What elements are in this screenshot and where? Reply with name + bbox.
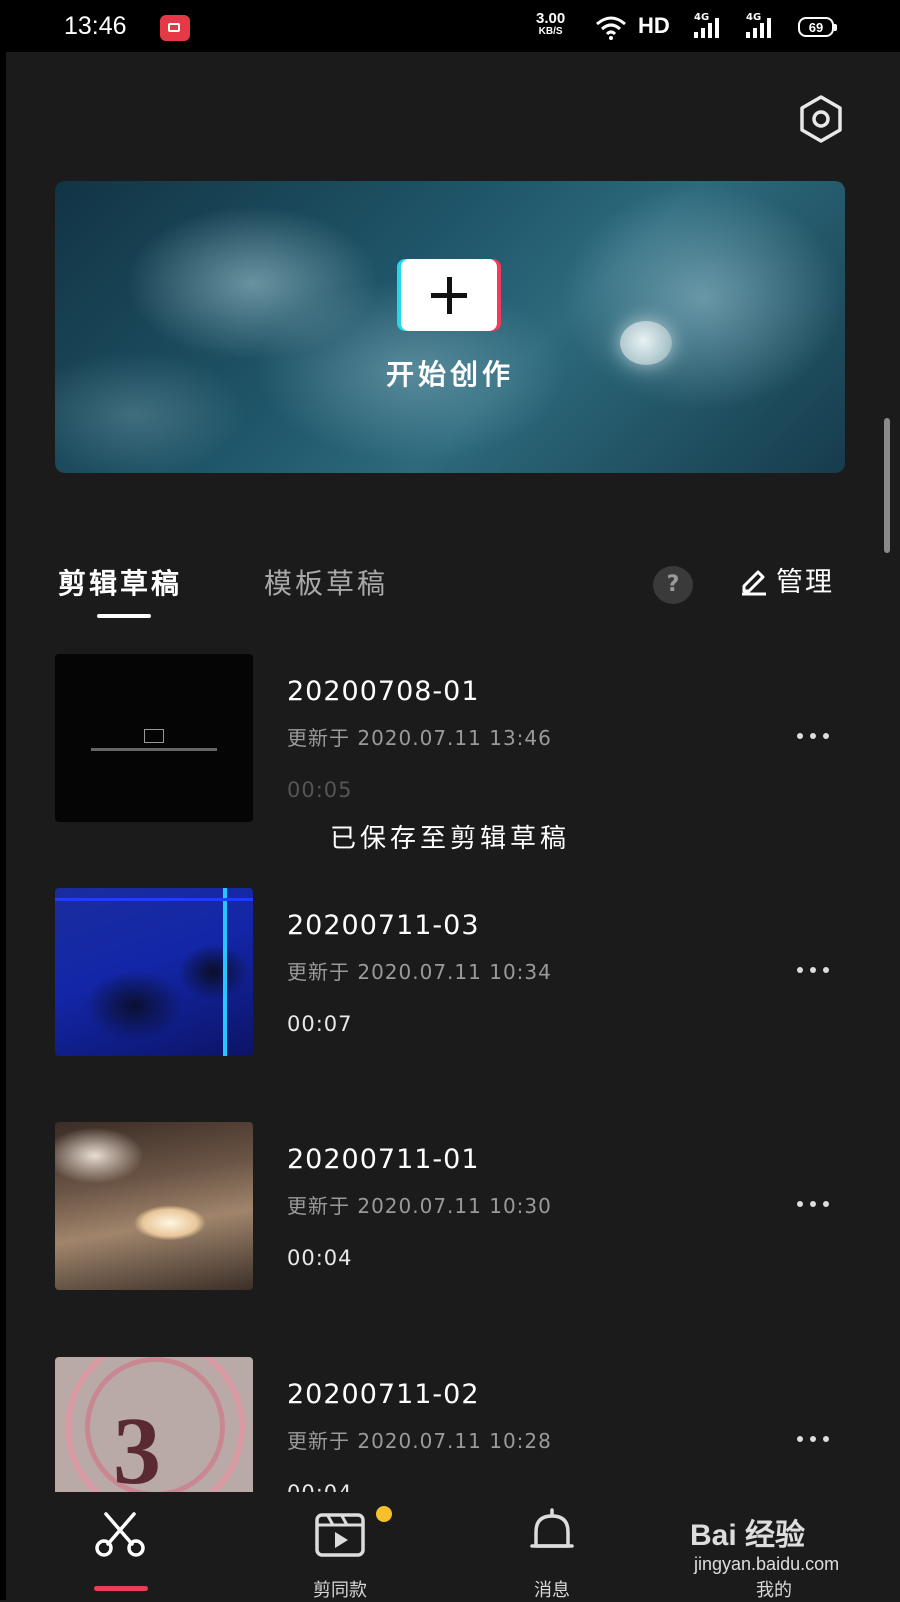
signal-2-label: 4G <box>746 12 762 23</box>
watermark-main: Bai 经验 <box>690 1519 806 1552</box>
help-icon[interactable]: ? <box>653 566 693 604</box>
nav-templates-label: 剪同款 <box>313 1580 367 1601</box>
draft-item[interactable]: 20200711-01 更新于 2020.07.11 10:30 00:04 <box>55 1122 845 1290</box>
scissors-icon <box>95 1512 145 1557</box>
settings-icon[interactable] <box>796 94 846 144</box>
nav-active-indicator <box>94 1586 148 1591</box>
more-options-icon[interactable] <box>797 1192 841 1216</box>
baidu-watermark: Bai 经验 jingyan.baidu.com <box>690 1510 890 1590</box>
saved-toast: 已保存至剪辑草稿 <box>329 824 570 854</box>
draft-title: 20200711-02 <box>287 1379 480 1410</box>
network-speed-value: 3.00 <box>536 10 566 27</box>
bell-icon <box>530 1508 574 1548</box>
signal-icon-2: 4G <box>746 12 771 38</box>
draft-thumbnail: 3 <box>55 1357 253 1492</box>
start-creating-label: 开始创作 <box>385 358 514 391</box>
draft-duration: 00:07 <box>287 1012 353 1036</box>
clapperboard-icon <box>315 1513 365 1557</box>
network-speed-unit: KB/S <box>538 26 563 37</box>
draft-item[interactable]: 20200708-01 更新于 2020.07.11 13:46 00:05 <box>55 654 845 822</box>
draft-updated-time: 更新于 2020.07.11 10:34 <box>287 960 552 984</box>
tab-edit-drafts[interactable]: 剪辑草稿 <box>58 562 182 602</box>
start-creating-banner[interactable]: 开始创作 <box>55 181 845 473</box>
draft-duration: 00:05 <box>287 778 353 802</box>
thumbnail-video-icon <box>144 729 164 743</box>
draft-duration: 00:04 <box>287 1481 353 1492</box>
hd-voice-indicator: HD <box>638 13 670 38</box>
more-options-icon[interactable] <box>797 1427 841 1451</box>
countdown-number: 3 <box>113 1397 161 1492</box>
wifi-icon <box>596 16 626 40</box>
draft-thumbnail <box>55 1122 253 1290</box>
draft-updated-time: 更新于 2020.07.11 10:28 <box>287 1429 552 1453</box>
screen-record-icon <box>160 15 190 41</box>
more-options-icon[interactable] <box>797 724 841 748</box>
manage-label: 管理 <box>776 567 834 598</box>
signal-1-label: 4G <box>694 12 710 23</box>
tab-active-indicator <box>97 614 151 618</box>
draft-updated-time: 更新于 2020.07.11 10:30 <box>287 1194 552 1218</box>
status-bar: 13:46 3.00 KB/S HD 4G 4G 69 <box>0 0 900 52</box>
draft-duration: 00:04 <box>287 1246 353 1270</box>
nav-messages-label: 消息 <box>534 1580 570 1601</box>
draft-title: 20200708-01 <box>287 676 480 707</box>
edit-pencil-icon <box>742 570 766 595</box>
watermark-sub: jingyan.baidu.com <box>694 1554 840 1574</box>
draft-title: 20200711-03 <box>287 910 480 941</box>
draft-thumbnail <box>55 654 253 822</box>
network-speed: 3.00 KB/S <box>536 10 566 38</box>
manage-button[interactable]: 管理 <box>738 560 834 599</box>
signal-icon-1: 4G <box>694 12 719 38</box>
scrollbar[interactable] <box>884 418 890 553</box>
status-time: 13:46 <box>64 12 127 40</box>
thumbnail-caption <box>91 748 217 751</box>
more-options-icon[interactable] <box>797 958 841 982</box>
nav-messages[interactable]: 消息 <box>482 1492 622 1601</box>
notification-dot <box>376 1506 392 1522</box>
draft-title: 20200711-01 <box>287 1144 480 1175</box>
draft-item[interactable]: 20200711-03 更新于 2020.07.11 10:34 00:07 <box>55 888 845 1056</box>
tab-template-drafts[interactable]: 模板草稿 <box>264 562 388 602</box>
nav-edit[interactable] <box>50 1492 190 1600</box>
draft-updated-time: 更新于 2020.07.11 13:46 <box>287 726 552 750</box>
draft-thumbnail <box>55 888 253 1056</box>
battery-icon: 69 <box>798 17 837 37</box>
draft-item[interactable]: 3 20200711-02 更新于 2020.07.11 10:28 00:04 <box>55 1357 845 1492</box>
plus-icon[interactable] <box>401 259 497 331</box>
